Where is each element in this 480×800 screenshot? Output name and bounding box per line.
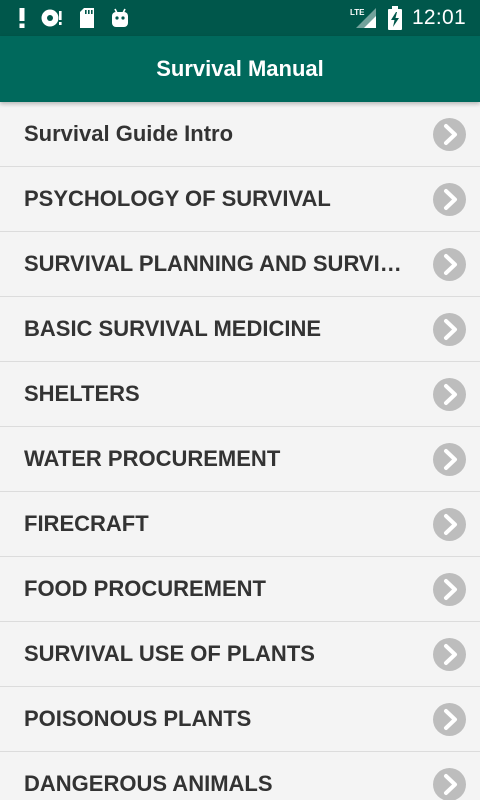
- list-item-label: POISONOUS PLANTS: [24, 706, 252, 731]
- chevron-right-icon: [433, 118, 466, 151]
- list-item-label: FIRECRAFT: [24, 511, 149, 536]
- list-item-psychology-of-survival[interactable]: PSYCHOLOGY OF SURVIVAL: [0, 167, 480, 232]
- list-item-shelters[interactable]: SHELTERS: [0, 362, 480, 427]
- chevron-right-icon: [433, 248, 466, 281]
- list-item-dangerous-animals[interactable]: DANGEROUS ANIMALS: [0, 752, 480, 800]
- list-item-label: SURVIVAL USE OF PLANTS: [24, 641, 315, 666]
- chapter-list[interactable]: Survival Guide Intro PSYCHOLOGY OF SURVI…: [0, 102, 480, 800]
- chevron-right-icon: [433, 313, 466, 346]
- list-item-poisonous-plants[interactable]: POISONOUS PLANTS: [0, 687, 480, 752]
- chevron-right-icon: [433, 183, 466, 216]
- android-debug-icon: [110, 7, 130, 29]
- battery-charging-icon: [387, 6, 402, 30]
- network-type-label: LTE: [350, 8, 365, 17]
- list-item-label: DANGEROUS ANIMALS: [24, 771, 273, 796]
- status-bar: LTE 12:01: [0, 0, 480, 36]
- app-bar: Survival Manual: [0, 36, 480, 102]
- list-item-label: Survival Guide Intro: [24, 121, 234, 146]
- signal-icon: LTE: [350, 6, 378, 30]
- sd-card-icon: [78, 7, 96, 29]
- chevron-right-icon: [433, 378, 466, 411]
- page-title: Survival Manual: [156, 56, 324, 81]
- list-item-firecraft[interactable]: FIRECRAFT: [0, 492, 480, 557]
- notification-icons: [18, 0, 130, 36]
- list-item-label: SHELTERS: [24, 381, 140, 406]
- system-icons: LTE 12:01: [350, 0, 466, 36]
- list-item-label: PSYCHOLOGY OF SURVIVAL: [24, 186, 331, 211]
- list-item-label: FOOD PROCUREMENT: [24, 576, 266, 601]
- list-item-label: WATER PROCUREMENT: [24, 446, 281, 471]
- list-item-survival-planning[interactable]: SURVIVAL PLANNING AND SURVIVAL KITS: [0, 232, 480, 297]
- chevron-right-icon: [433, 638, 466, 671]
- alert-icon: [18, 7, 26, 29]
- list-item-basic-survival-medicine[interactable]: BASIC SURVIVAL MEDICINE: [0, 297, 480, 362]
- chevron-right-icon: [433, 768, 466, 800]
- chevron-right-icon: [433, 703, 466, 736]
- chevron-right-icon: [433, 508, 466, 541]
- status-clock: 12:01: [411, 6, 466, 29]
- list-item-food-procurement[interactable]: FOOD PROCUREMENT: [0, 557, 480, 622]
- list-item-survival-guide-intro[interactable]: Survival Guide Intro: [0, 102, 480, 167]
- list-item-label: BASIC SURVIVAL MEDICINE: [24, 316, 322, 341]
- list-item-survival-use-of-plants[interactable]: SURVIVAL USE OF PLANTS: [0, 622, 480, 687]
- chevron-right-icon: [433, 573, 466, 606]
- list-item-water-procurement[interactable]: WATER PROCUREMENT: [0, 427, 480, 492]
- chevron-right-icon: [433, 443, 466, 476]
- list-item-label: SURVIVAL PLANNING AND SURVIVAL KITS: [24, 251, 412, 276]
- sync-icon: [40, 7, 64, 29]
